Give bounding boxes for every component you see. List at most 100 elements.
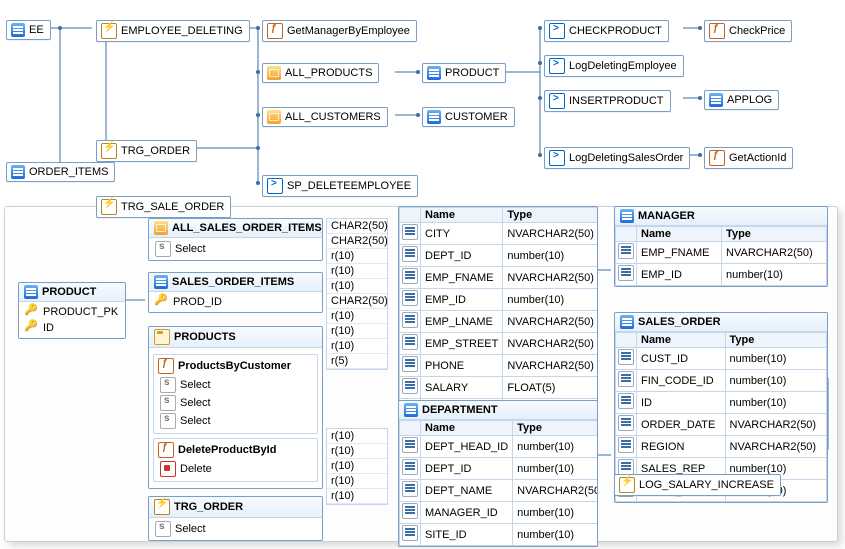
procedure-icon xyxy=(267,178,283,194)
table-row[interactable]: PHONENVARCHAR2(50) xyxy=(400,355,599,377)
procedure-icon xyxy=(549,150,565,166)
column-type: NVARCHAR2(50) xyxy=(722,242,827,264)
table-row[interactable]: EMP_IDnumber(10) xyxy=(400,289,599,311)
procedure-icon xyxy=(549,58,565,74)
panel-title: SALES_ORDER_ITEMS xyxy=(172,276,294,288)
node-label: ALL_CUSTOMERS xyxy=(285,111,381,123)
table-row[interactable]: EMP_FNAMENVARCHAR2(50) xyxy=(400,267,599,289)
table-row[interactable]: SALARYFLOAT(5) xyxy=(400,377,599,399)
column-type: number(10) xyxy=(725,392,827,414)
column-label: PRODUCT_PK xyxy=(43,306,118,318)
node-logdeletingemployee[interactable]: LogDeletingEmployee xyxy=(544,55,684,77)
column-type: NVARCHAR2(50) xyxy=(503,267,598,289)
column-type: number(10) xyxy=(725,370,827,392)
node-customer[interactable]: CUSTOMER xyxy=(422,107,515,127)
table-row[interactable]: CITYNVARCHAR2(50) xyxy=(400,223,599,245)
column-icon xyxy=(402,437,418,453)
view-icon xyxy=(267,110,281,124)
panel-department[interactable]: DEPARTMENT NameType DEPT_HEAD_IDnumber(1… xyxy=(398,400,598,547)
table-icon xyxy=(427,66,441,80)
node-order-items[interactable]: ORDER_ITEMS xyxy=(6,162,115,182)
table-row[interactable]: DEPT_IDnumber(10) xyxy=(400,458,599,480)
column-icon xyxy=(402,378,418,394)
column-icon xyxy=(402,503,418,519)
column-icon xyxy=(402,268,418,284)
diagram-canvas[interactable]: EE EMPLOYEE_DELETING GetManagerByEmploye… xyxy=(0,0,845,549)
table-row[interactable]: EMP_FNAMENVARCHAR2(50) xyxy=(616,242,827,264)
select-icon xyxy=(160,377,176,393)
column-icon xyxy=(618,415,634,431)
node-all-products[interactable]: ALL_PRODUCTS xyxy=(262,63,379,83)
table-row[interactable]: DEPT_IDnumber(10) xyxy=(400,245,599,267)
column-name: FIN_CODE_ID xyxy=(637,370,726,392)
node-checkprice[interactable]: CheckPrice xyxy=(704,20,792,42)
node-getactionid[interactable]: GetActionId xyxy=(704,147,793,169)
node-product[interactable]: PRODUCT xyxy=(422,63,506,83)
op-label: Select xyxy=(180,379,211,391)
panel-trg-order[interactable]: TRG_ORDER Select xyxy=(148,496,323,541)
node-sp-deleteemployee[interactable]: SP_DELETEEMPLOYEE xyxy=(262,175,418,197)
table-icon xyxy=(154,275,168,289)
table-row[interactable]: EMP_LNAMENVARCHAR2(50) xyxy=(400,311,599,333)
column-icon xyxy=(402,334,418,350)
column-name: EMP_FNAME xyxy=(421,267,503,289)
node-label: CUSTOMER xyxy=(445,111,508,123)
node-checkproduct[interactable]: CHECKPRODUCT xyxy=(544,20,669,42)
panel-manager[interactable]: MANAGER NameType EMP_FNAMENVARCHAR2(50)E… xyxy=(614,206,828,287)
node-trg-sale-order[interactable]: TRG_SALE_ORDER xyxy=(96,196,231,218)
column-icon xyxy=(402,481,418,497)
table-row[interactable]: REGIONNVARCHAR2(50) xyxy=(616,436,827,458)
node-label: CheckPrice xyxy=(729,25,785,37)
column-icon xyxy=(618,437,634,453)
table-row[interactable]: CUST_IDnumber(10) xyxy=(616,348,827,370)
op-label: Select xyxy=(180,415,211,427)
panel-sales-order-items[interactable]: SALES_ORDER_ITEMS PROD_ID xyxy=(148,272,323,313)
node-label: EMPLOYEE_DELETING xyxy=(121,25,243,37)
key-icon xyxy=(25,321,39,335)
column-name: DEPT_HEAD_ID xyxy=(421,436,513,458)
node-employee-deleting[interactable]: EMPLOYEE_DELETING xyxy=(96,20,250,42)
node-getmanagerbyemployee[interactable]: GetManagerByEmployee xyxy=(262,20,417,42)
panel-title: DEPARTMENT xyxy=(422,404,498,416)
node-applog[interactable]: APPLOG xyxy=(704,90,779,110)
table-row[interactable]: FIN_CODE_IDnumber(10) xyxy=(616,370,827,392)
table-row[interactable]: EMP_STREETNVARCHAR2(50) xyxy=(400,333,599,355)
column-name: SITE_ID xyxy=(421,524,513,546)
column-type: NVARCHAR2(50) xyxy=(725,414,827,436)
column-name: PHONE xyxy=(421,355,503,377)
column-label: PROD_ID xyxy=(173,296,222,308)
table-row[interactable]: EMP_IDnumber(10) xyxy=(616,264,827,286)
node-trg-order[interactable]: TRG_ORDER xyxy=(96,140,197,162)
table-row[interactable]: MANAGER_IDnumber(10) xyxy=(400,502,599,524)
table-row[interactable]: IDnumber(10) xyxy=(616,392,827,414)
column-type: number(10) xyxy=(513,436,598,458)
column-icon xyxy=(402,290,418,306)
column-name: REGION xyxy=(637,436,726,458)
select-icon xyxy=(160,395,176,411)
panel-all-sales-order-items[interactable]: ALL_SALES_ORDER_ITEMS_D Select xyxy=(148,218,323,261)
node-label: ALL_PRODUCTS xyxy=(285,67,372,79)
key-icon xyxy=(25,305,39,319)
group-products-by-customer[interactable]: ProductsByCustomer Select Select Select xyxy=(153,354,318,434)
table-row[interactable]: ORDER_DATENVARCHAR2(50) xyxy=(616,414,827,436)
procedure-icon xyxy=(549,93,565,109)
node-label: SP_DELETEEMPLOYEE xyxy=(287,180,411,192)
node-ee[interactable]: EE xyxy=(6,20,51,40)
node-insertproduct[interactable]: INSERTPRODUCT xyxy=(544,90,671,112)
panel-products-pkg[interactable]: PRODUCTS ProductsByCustomer Select Selec… xyxy=(148,326,323,489)
delete-icon xyxy=(160,461,176,477)
column-name: ID xyxy=(637,392,726,414)
panel-product[interactable]: PRODUCT PRODUCT_PK ID xyxy=(18,282,126,339)
node-logdeletingsalesorder[interactable]: LogDeletingSalesOrder xyxy=(544,147,690,169)
table-row[interactable]: SITE_IDnumber(10) xyxy=(400,524,599,546)
table-icon xyxy=(11,165,25,179)
op-label: Select xyxy=(175,523,206,535)
function-icon xyxy=(709,23,725,39)
table-row[interactable]: DEPT_NAMENVARCHAR2(50) xyxy=(400,480,599,502)
group-delete-product-by-id[interactable]: DeleteProductById Delete xyxy=(153,438,318,482)
trigger-icon xyxy=(101,143,117,159)
table-row[interactable]: DEPT_HEAD_IDnumber(10) xyxy=(400,436,599,458)
select-icon xyxy=(160,413,176,429)
node-log-salary-increase[interactable]: LOG_SALARY_INCREASE xyxy=(614,474,781,496)
node-all-customers[interactable]: ALL_CUSTOMERS xyxy=(262,107,388,127)
